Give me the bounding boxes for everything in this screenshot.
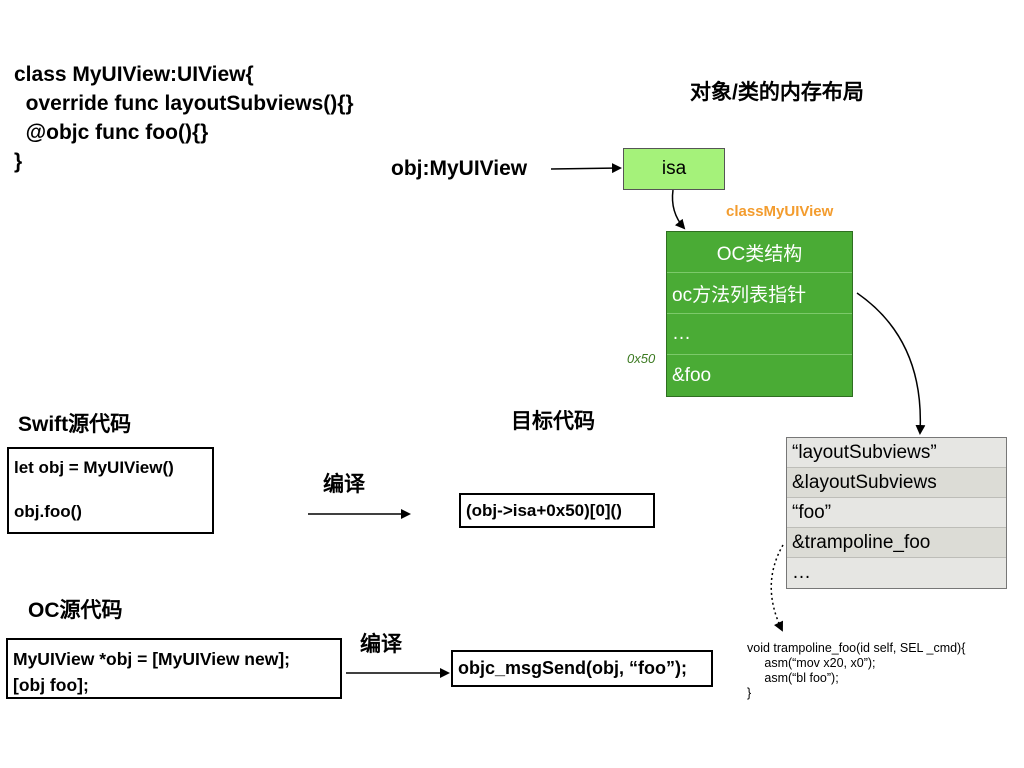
oc-code-box: MyUIView *obj = [MyUIView new]; [obj foo…	[6, 638, 342, 699]
swift-compile-label: 编译	[323, 473, 365, 496]
class-declaration-code: class MyUIView:UIView{ override func lay…	[14, 60, 354, 176]
code-line: asm(“bl foo”);	[747, 671, 839, 685]
method-list-row: “foo”	[787, 498, 1006, 528]
class-name-label: classMyUIView	[726, 203, 834, 220]
isa-to-struct-arrow	[671, 189, 686, 230]
isa-label: isa	[661, 158, 687, 179]
code-line: }	[14, 150, 23, 173]
code-line: }	[747, 686, 752, 700]
code-line: [obj foo];	[13, 675, 89, 695]
struct-row-header: OC类结构	[667, 232, 852, 273]
obj-to-isa-arrow	[550, 163, 622, 174]
method-list-row: …	[787, 558, 1006, 588]
trampoline-dotted-arrow	[770, 544, 784, 632]
code-line: override func layoutSubviews(){}	[14, 92, 354, 115]
trampoline-code: void trampoline_foo(id self, SEL _cmd){ …	[747, 641, 965, 701]
oc-compile-label: 编译	[360, 633, 402, 656]
code-line: let obj = MyUIView()	[14, 458, 174, 477]
code-line: class MyUIView:UIView{	[14, 63, 254, 86]
code-line: obj.foo()	[14, 502, 82, 521]
code-line: asm(“mov x20, x0”);	[747, 656, 876, 670]
method-list-row: “layoutSubviews”	[787, 438, 1006, 468]
struct-row-ellipsis: …	[667, 314, 852, 355]
msgsend-code-text: objc_msgSend(obj, “foo”);	[458, 658, 687, 678]
struct-row-foo: &foo	[672, 364, 712, 386]
oc-target-code-box: objc_msgSend(obj, “foo”);	[451, 650, 713, 687]
obj-label: obj:MyUIView	[391, 157, 528, 180]
isa-box: isa	[623, 148, 725, 190]
swift-source-title: Swift源代码	[18, 413, 132, 436]
code-line: MyUIView *obj = [MyUIView new];	[13, 649, 290, 669]
code-line: void trampoline_foo(id self, SEL _cmd){	[747, 641, 966, 655]
swift-code-box: let obj = MyUIView() obj.foo()	[7, 447, 214, 534]
swift-target-code-box: (obj->isa+0x50)[0]()	[459, 493, 655, 528]
offset-label: 0x50	[627, 351, 656, 366]
method-list-row: &layoutSubviews	[787, 468, 1006, 498]
struct-row-method-list-pointer: oc方法列表指针	[667, 273, 852, 314]
code-line: @objc func foo(){}	[14, 121, 209, 144]
methodlist-pointer-arrow	[856, 292, 926, 435]
target-code-text: (obj->isa+0x50)[0]()	[466, 500, 622, 520]
method-list-row: &trampoline_foo	[787, 528, 1006, 558]
oc-class-struct: OC类结构 oc方法列表指针 … &foo	[666, 231, 853, 397]
method-list-table: “layoutSubviews” &layoutSubviews “foo” &…	[786, 437, 1007, 589]
oc-source-title: OC源代码	[28, 599, 123, 622]
memory-layout-title: 对象/类的内存布局	[690, 81, 864, 104]
target-code-title: 目标代码	[511, 410, 595, 433]
